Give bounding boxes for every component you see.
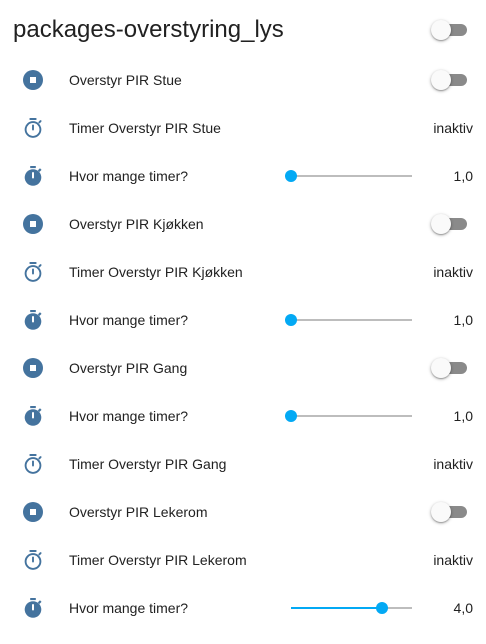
entity-row-overstyr-pir-lekerom: Overstyr PIR Lekerom [0,488,486,536]
toggle-thumb [431,70,451,90]
slider-knob[interactable] [285,314,297,326]
slider-rail [291,319,412,321]
entity-row-hours-kjokken: Hvor mange timer? 1,0 [0,296,486,344]
slider-value: 1,0 [453,312,473,328]
entity-label: Hvor mange timer? [69,168,189,184]
entity-label: Timer Overstyr PIR Gang [69,456,227,472]
entity-row-timer-overstyr-pir-lekerom: Timer Overstyr PIR Lekerom inaktiv [0,536,486,584]
overstyr-pir-stue-toggle[interactable] [431,68,467,92]
master-toggle[interactable] [431,18,467,42]
timer-state: inaktiv [433,120,473,136]
entity-label: Hvor mange timer? [69,600,189,616]
hours-slider-kjokken[interactable] [285,310,412,330]
entities-card: packages-overstyring_lys Overstyr PIR St… [0,0,486,644]
entity-label: Overstyr PIR Kjøkken [69,216,204,232]
timer-icon [21,116,45,140]
entity-label: Hvor mange timer? [69,408,189,424]
overstyr-pir-kjokken-toggle[interactable] [431,212,467,236]
slider-knob[interactable] [285,170,297,182]
timer-state: inaktiv [433,264,473,280]
slider-rail [291,415,412,417]
hours-slider-stue[interactable] [285,166,412,186]
entity-label: Overstyr PIR Lekerom [69,504,208,520]
entity-label: Overstyr PIR Gang [69,360,188,376]
slider-value: 4,0 [453,600,473,616]
toggle-thumb [431,358,451,378]
toggle-thumb [431,20,451,40]
entity-row-timer-overstyr-pir-kjokken: Timer Overstyr PIR Kjøkken inaktiv [0,248,486,296]
toggle-thumb [431,214,451,234]
card-title: packages-overstyring_lys [13,16,284,43]
timer-filled-icon [21,308,45,332]
hours-slider-gang[interactable] [285,406,412,426]
card-header: packages-overstyring_lys [13,12,473,48]
timer-icon [21,260,45,284]
stop-circle-icon [21,356,45,380]
entity-label: Overstyr PIR Stue [69,72,182,88]
entity-row-hours-stue: Hvor mange timer? 1,0 [0,152,486,200]
timer-filled-icon [21,596,45,620]
overstyr-pir-lekerom-toggle[interactable] [431,500,467,524]
timer-state: inaktiv [433,456,473,472]
entity-row-timer-overstyr-pir-stue: Timer Overstyr PIR Stue inaktiv [0,104,486,152]
hours-slider-lekerom[interactable] [291,598,412,618]
stop-circle-icon [21,500,45,524]
slider-value: 1,0 [453,168,473,184]
entity-row-timer-overstyr-pir-gang: Timer Overstyr PIR Gang inaktiv [0,440,486,488]
stop-circle-icon [21,68,45,92]
slider-rail [291,175,412,177]
entity-row-overstyr-pir-kjokken: Overstyr PIR Kjøkken [0,200,486,248]
entity-label: Timer Overstyr PIR Kjøkken [69,264,243,280]
entity-label: Timer Overstyr PIR Stue [69,120,221,136]
entity-row-hours-lekerom: Hvor mange timer? 4,0 [0,584,486,632]
slider-value: 1,0 [453,408,473,424]
overstyr-pir-gang-toggle[interactable] [431,356,467,380]
timer-filled-icon [21,164,45,188]
slider-knob[interactable] [285,410,297,422]
timer-state: inaktiv [433,552,473,568]
timer-icon [21,548,45,572]
slider-knob[interactable] [375,602,388,614]
entity-row-overstyr-pir-gang: Overstyr PIR Gang [0,344,486,392]
slider-fill [291,607,382,609]
entity-row-overstyr-pir-stue: Overstyr PIR Stue [0,56,486,104]
entity-label: Hvor mange timer? [69,312,189,328]
stop-circle-icon [21,212,45,236]
timer-filled-icon [21,404,45,428]
entity-row-hours-gang: Hvor mange timer? 1,0 [0,392,486,440]
entity-label: Timer Overstyr PIR Lekerom [69,552,247,568]
timer-icon [21,452,45,476]
entity-rows: Overstyr PIR Stue Timer Overstyr PIR Stu… [0,56,486,632]
toggle-thumb [431,502,451,522]
